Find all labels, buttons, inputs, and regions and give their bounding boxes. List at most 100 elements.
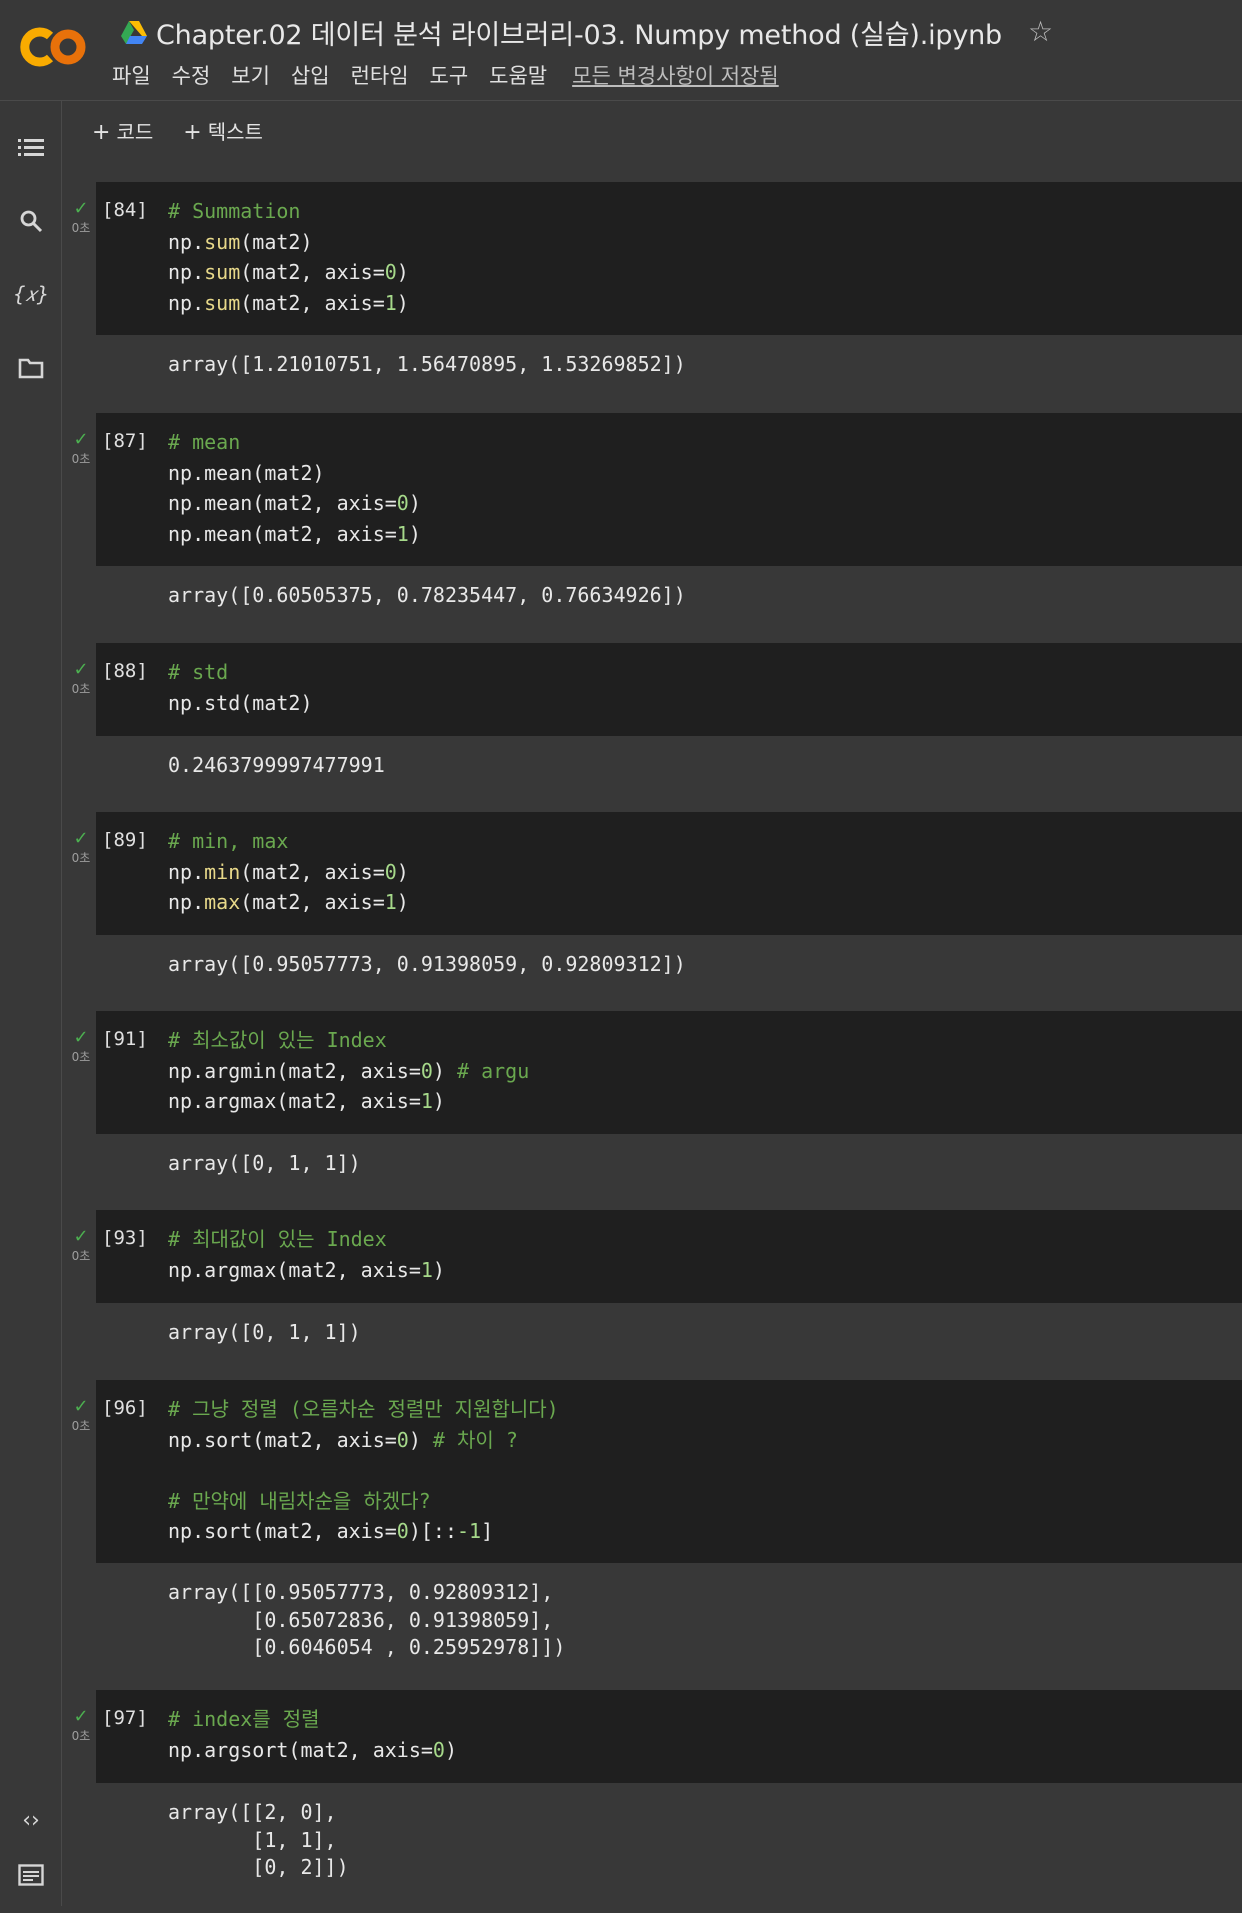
code-cell[interactable]: ✓ 0초 [93] # 최대값이 있는 Index np.argmax(mat2, ax… [62,1210,1242,1381]
add-text-button[interactable]: + 텍스트 [183,116,263,145]
colab-logo[interactable] [20,22,90,72]
output-line: array([1.21010751, 1.56470895, 1.5326985… [168,352,686,376]
check-icon: ✓ [73,1396,89,1417]
code-token: (mat2, axis= [240,859,385,884]
code-line: np.max(mat2, axis=1) [168,887,409,918]
code-token: )[:: [408,1519,457,1543]
menu-view[interactable]: 보기 [231,60,270,90]
code-token: ) [396,260,409,284]
code-text[interactable]: # 그냥 정렬 (오름차순 정렬만 지원합니다) np.sort(mat2, ax… [168,1394,559,1547]
code-cell[interactable]: ✓ 0초 [88] # std np.std(mat2) 0.24637999974779… [62,643,1242,814]
execution-count: [89] [102,829,148,851]
menu-tools[interactable]: 도구 [430,60,469,90]
code-cell[interactable]: ✓ 0초 [87] # mean np.mean(mat2) np.mean(mat2, … [62,413,1242,644]
code-token: ) [432,1058,458,1083]
code-token: 1 [420,1257,433,1282]
plus-icon: + [92,120,111,145]
code-line: np.mean(mat2, axis=1) [168,519,421,550]
code-line: np.argmax(mat2, axis=1) [168,1255,445,1286]
run-status[interactable]: ✓ 0초 [68,1029,94,1065]
run-status[interactable]: ✓ 0초 [68,1228,94,1264]
code-token: # mean [168,430,241,454]
code-line: # index를 정렬 [168,1704,457,1735]
run-status[interactable]: ✓ 0초 [68,661,94,697]
code-token: ) [432,1089,445,1113]
code-text[interactable]: # index를 정렬 np.argsort(mat2, axis=0) [168,1704,457,1765]
execution-duration: 0초 [71,1419,91,1433]
code-token: np. [168,290,205,315]
code-token: (mat2, axis= [240,260,385,284]
cell-output: array([[2, 0], [1, 1], [0, 2]]) [168,1799,349,1882]
code-cell[interactable]: ✓ 0초 [89] # min, max np.min(mat2, axis=0) np.… [62,812,1242,1013]
run-status[interactable]: ✓ 0초 [68,1398,94,1434]
code-text[interactable]: # Summation np.sum(mat2) np.sum(mat2, axis… [168,196,409,318]
code-cell[interactable]: ✓ 0초 [84] # Summation np.sum(mat2) np.sum(mat… [62,182,1242,413]
code-snippets-icon[interactable]: ‹› [16,1805,46,1835]
code-token: ) [408,521,421,546]
menu-edit[interactable]: 수정 [172,60,211,90]
code-token: # 최소값이 있는 Index [168,1028,387,1052]
code-line: # mean [168,427,421,458]
star-outline-icon[interactable]: ☆ [1028,18,1053,46]
cell-output: array([1.21010751, 1.56470895, 1.5326985… [168,351,686,379]
check-icon: ✓ [73,1027,89,1048]
search-icon[interactable] [16,206,46,236]
menu-help[interactable]: 도움말 [489,60,547,90]
code-token: ] [481,1519,494,1543]
code-text[interactable]: # 최소값이 있는 Index np.argmin(mat2, axis=0) #… [168,1025,529,1117]
code-line: # std [168,657,313,688]
code-token: 0 [396,491,409,515]
app-header: Chapter.02 데이터 분석 라이브러리-03. Numpy method… [0,0,1242,101]
execution-count: [87] [102,430,148,452]
output-line: array([0, 1, 1]) [168,1151,361,1175]
menu-file[interactable]: 파일 [112,60,151,90]
saved-status-link[interactable]: 모든 변경사항이 저장됨 [572,60,779,90]
cell-output: 0.2463799997477991 [168,752,385,780]
add-text-label: 텍스트 [207,120,263,144]
code-token: 1 [384,290,397,315]
files-icon[interactable] [16,353,46,383]
notebook-title[interactable]: Chapter.02 데이터 분석 라이브러리-03. Numpy method… [156,13,1002,52]
code-text[interactable]: # std np.std(mat2) [168,657,313,718]
code-cell[interactable]: ✓ 0초 [91] # 최소값이 있는 Index np.argmin(mat2, ax… [62,1011,1242,1212]
code-token: ) [444,1737,457,1762]
terminal-icon[interactable] [16,1860,46,1890]
code-line: np.sort(mat2, axis=0)[::-1] [168,1516,559,1547]
code-text[interactable]: # 최대값이 있는 Index np.argmax(mat2, axis=1) [168,1224,445,1285]
run-status[interactable]: ✓ 0초 [68,1708,94,1744]
code-text[interactable]: # min, max np.min(mat2, axis=0) np.max(mat… [168,826,409,918]
code-line: np.sum(mat2, axis=1) [168,288,409,319]
code-token: 0 [396,1427,409,1452]
menu-runtime[interactable]: 런타임 [351,60,409,90]
output-line: array([0.95057773, 0.91398059, 0.9280931… [168,952,686,976]
code-token: ) [396,859,409,884]
execution-count: [84] [102,199,148,221]
execution-duration: 0초 [71,1050,91,1064]
table-of-contents-icon[interactable] [16,133,46,163]
code-text[interactable]: # mean np.mean(mat2) np.mean(mat2, axis=0)… [168,427,421,549]
code-token: sum [204,229,241,254]
code-token: np.argmax(mat2, axis= [168,1257,421,1282]
execution-duration: 0초 [71,221,91,235]
variables-icon[interactable]: {𝑥} [13,279,50,309]
code-line: np.mean(mat2, axis=0) [168,488,421,519]
run-status[interactable]: ✓ 0초 [68,200,94,236]
code-token: ) [408,491,421,515]
output-line: [0.65072836, 0.91398059], [168,1607,554,1632]
run-status[interactable]: ✓ 0초 [68,830,94,866]
add-code-button[interactable]: + 코드 [92,116,153,145]
run-status[interactable]: ✓ 0초 [68,431,94,467]
code-line: np.sum(mat2, axis=0) [168,257,409,288]
code-token: # 최대값이 있는 Index [168,1227,387,1251]
execution-duration: 0초 [71,1729,91,1743]
code-cell[interactable]: ✓ 0초 [97] # index를 정렬 np.argsort(mat2, axis=… [62,1690,1242,1913]
code-token: np.argmax(mat2, axis= [168,1089,421,1113]
code-line: np.sort(mat2, axis=0) # 차이 ? [168,1425,559,1456]
code-token: 0 [384,260,397,284]
menu-insert[interactable]: 삽입 [291,60,330,90]
output-line: [1, 1], [168,1827,337,1852]
code-line: np.argmax(mat2, axis=1) [168,1086,529,1117]
code-cell[interactable]: ✓ 0초 [96] # 그냥 정렬 (오름차순 정렬만 지원합니다) np.sort(m… [62,1380,1242,1697]
google-drive-icon[interactable] [120,19,148,45]
